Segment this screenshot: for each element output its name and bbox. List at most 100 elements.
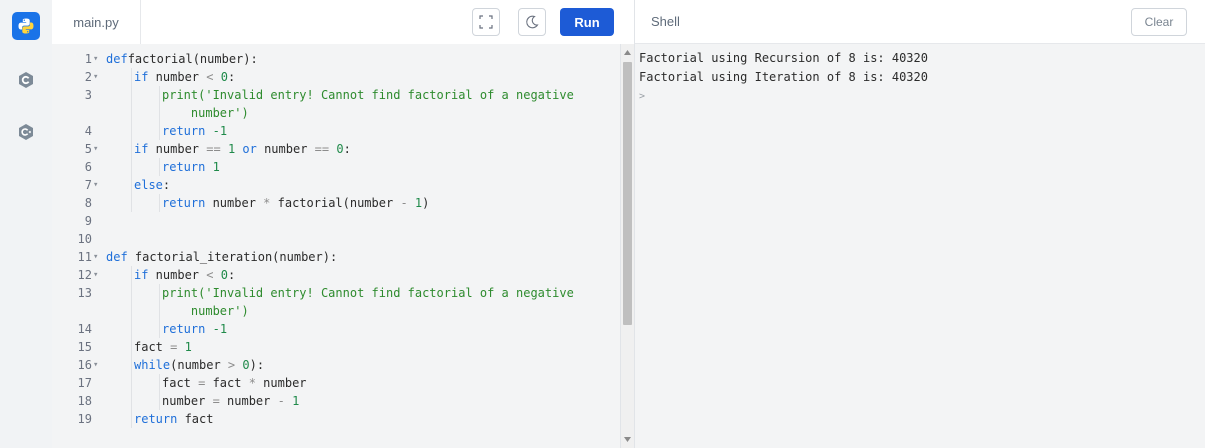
code-text: deffactorial(number): bbox=[106, 52, 258, 66]
fold-arrow-icon[interactable]: ▾ bbox=[93, 68, 98, 86]
fold-arrow-icon[interactable]: ▾ bbox=[93, 266, 98, 284]
shell-output-line: Factorial using Recursion of 8 is: 40320 bbox=[639, 51, 928, 65]
line-number: 3 bbox=[84, 88, 92, 102]
code-line: 19 return fact bbox=[52, 410, 620, 428]
code-text: return -1 bbox=[162, 322, 228, 336]
code-line: 1 ▾ deffactorial(number): bbox=[52, 50, 620, 68]
indent-guide bbox=[159, 284, 160, 302]
code-line: 16 ▾ while(number > 0): bbox=[52, 356, 620, 374]
indent-guide bbox=[159, 320, 160, 338]
indent-guide bbox=[131, 392, 132, 410]
line-number: 1 bbox=[84, 52, 92, 66]
tab-main-py[interactable]: main.py bbox=[52, 0, 141, 44]
moon-icon bbox=[526, 15, 539, 29]
editor-scrollbar[interactable] bbox=[620, 44, 634, 448]
code-line: 6 return 1 bbox=[52, 158, 620, 176]
code-editor[interactable]: 1 ▾ deffactorial(number): 2 ▾ if number < 0: 3… bbox=[52, 44, 620, 448]
indent-guide bbox=[159, 86, 160, 104]
code-text: if number < 0: bbox=[134, 70, 236, 84]
fullscreen-button[interactable] bbox=[472, 8, 500, 36]
line-number: 5 bbox=[84, 142, 92, 156]
fold-arrow-icon[interactable]: ▾ bbox=[93, 50, 98, 68]
c-language-icon bbox=[19, 72, 33, 88]
line-number: 4 bbox=[84, 124, 92, 138]
code-text: fact = fact * number bbox=[162, 376, 307, 390]
code-line: 18 number = number - 1 bbox=[52, 392, 620, 410]
code-line: 17 fact = fact * number bbox=[52, 374, 620, 392]
code-text: number = number - 1 bbox=[162, 394, 300, 408]
code-line: 9 bbox=[52, 212, 620, 230]
language-sidebar bbox=[0, 0, 53, 448]
code-line: 7 ▾ else: bbox=[52, 176, 620, 194]
fold-arrow-icon[interactable]: ▾ bbox=[93, 248, 98, 266]
indent-guide bbox=[131, 140, 132, 158]
indent-guide bbox=[131, 302, 132, 320]
line-number: 8 bbox=[84, 196, 92, 210]
scroll-down-arrow-icon[interactable] bbox=[624, 437, 631, 442]
code-text: def factorial_iteration(number): bbox=[106, 250, 338, 264]
indent-guide bbox=[131, 68, 132, 86]
shell-output-panel[interactable]: Factorial using Recursion of 8 is: 40320… bbox=[634, 44, 1205, 448]
code-text: fact = 1 bbox=[134, 340, 192, 354]
code-line: 12 ▾ if number < 0: bbox=[52, 266, 620, 284]
fold-arrow-icon[interactable]: ▾ bbox=[93, 140, 98, 158]
indent-guide bbox=[159, 104, 160, 122]
indent-guide bbox=[131, 374, 132, 392]
code-text: number') bbox=[190, 106, 249, 120]
shell-prompt: > bbox=[639, 91, 646, 102]
scrollbar-thumb[interactable] bbox=[623, 62, 632, 325]
indent-guide bbox=[159, 374, 160, 392]
line-number: 18 bbox=[77, 394, 92, 408]
indent-guide bbox=[159, 302, 160, 320]
code-text: print('Invalid entry! Cannot find factor… bbox=[162, 88, 574, 102]
sidebar-item-c[interactable] bbox=[12, 66, 40, 94]
shell-title: Shell bbox=[651, 14, 680, 29]
sidebar-item-python[interactable] bbox=[12, 12, 40, 40]
indent-guide bbox=[131, 104, 132, 122]
code-line: 5 ▾ if number == 1 or number == 0: bbox=[52, 140, 620, 158]
indent-guide bbox=[131, 356, 132, 374]
code-text: number') bbox=[190, 304, 249, 318]
line-number: 13 bbox=[77, 286, 92, 300]
line-number: 15 bbox=[77, 340, 92, 354]
indent-guide bbox=[159, 194, 160, 212]
run-button[interactable]: Run bbox=[560, 8, 614, 36]
line-number: 6 bbox=[84, 160, 92, 174]
code-line: 15 fact = 1 bbox=[52, 338, 620, 356]
theme-toggle-button[interactable] bbox=[518, 8, 546, 36]
line-number: 7 bbox=[84, 178, 92, 192]
code-text: else: bbox=[134, 178, 171, 192]
code-text: if number < 0: bbox=[134, 268, 236, 282]
line-number: 17 bbox=[77, 376, 92, 390]
python-icon bbox=[18, 18, 34, 34]
scroll-up-arrow-icon[interactable] bbox=[624, 50, 631, 55]
line-number: 19 bbox=[77, 412, 92, 426]
fold-arrow-icon[interactable]: ▾ bbox=[93, 176, 98, 194]
indent-guide bbox=[131, 194, 132, 212]
shell-header: Shell Clear bbox=[634, 0, 1205, 44]
code-line: 14 return -1 bbox=[52, 320, 620, 338]
line-number: 14 bbox=[77, 322, 92, 336]
indent-guide bbox=[131, 266, 132, 284]
indent-guide bbox=[131, 320, 132, 338]
fold-arrow-icon[interactable]: ▾ bbox=[93, 356, 98, 374]
indent-guide bbox=[131, 86, 132, 104]
code-line: 10 bbox=[52, 230, 620, 248]
code-text: return fact bbox=[134, 412, 214, 426]
code-text: if number == 1 or number == 0: bbox=[134, 142, 351, 156]
code-text: return number * factorial(number - 1) bbox=[162, 196, 430, 210]
expand-icon bbox=[479, 15, 493, 29]
line-number: 2 bbox=[84, 70, 92, 84]
indent-guide bbox=[131, 158, 132, 176]
indent-guide bbox=[131, 284, 132, 302]
clear-button[interactable]: Clear bbox=[1131, 8, 1187, 36]
indent-guide bbox=[131, 338, 132, 356]
code-text: print('Invalid entry! Cannot find factor… bbox=[162, 286, 574, 300]
line-number: 11 bbox=[77, 250, 92, 264]
indent-guide bbox=[131, 410, 132, 428]
indent-guide bbox=[131, 122, 132, 140]
code-line: 2 ▾ if number < 0: bbox=[52, 68, 620, 86]
line-number: 16 bbox=[77, 358, 92, 372]
sidebar-item-cpp[interactable] bbox=[12, 118, 40, 146]
cpp-language-icon bbox=[19, 124, 33, 140]
